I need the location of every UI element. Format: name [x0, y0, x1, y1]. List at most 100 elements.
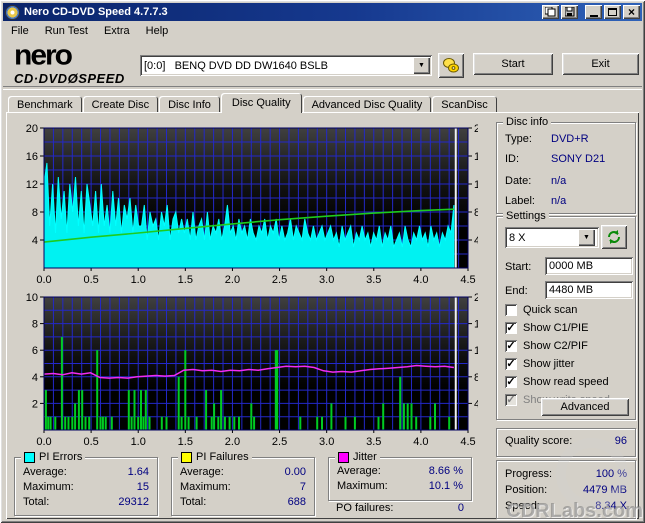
svg-text:10: 10: [26, 292, 38, 304]
start-field[interactable]: 0000 MB: [545, 257, 633, 275]
svg-text:1.5: 1.5: [178, 436, 193, 448]
speed-select[interactable]: 8 X ▼: [505, 227, 599, 248]
svg-text:4: 4: [32, 235, 38, 247]
jitter-legend-icon: [338, 451, 349, 463]
svg-text:3.5: 3.5: [366, 274, 381, 286]
jitter-panel: Jitter Average: 8.66 % Maximum: 10.1 %: [328, 451, 472, 501]
checkbox-show-jitter[interactable]: ✓ Show jitter: [505, 357, 574, 371]
po-failures-row: PO failures: 0: [336, 502, 464, 514]
menu-extra[interactable]: Extra: [96, 23, 138, 39]
checkbox-box[interactable]: ✓: [505, 358, 517, 370]
disc-label: n/a: [551, 195, 567, 207]
tabbar: Benchmark Create Disc Disc Info Disc Qua…: [8, 93, 498, 113]
checkbox-show-c1-pie[interactable]: ✓ Show C1/PIE: [505, 321, 588, 335]
menu-help[interactable]: Help: [138, 23, 177, 39]
svg-text:1.5: 1.5: [178, 274, 193, 286]
pi-errors-chart: 4 8 12 16 20 4 8 12 16 20 0.0 0.5 1.0 1.5 2.0 2.5 3.0 3.5…: [14, 118, 487, 291]
svg-text:20: 20: [474, 123, 478, 135]
menu-run-test[interactable]: Run Test: [37, 23, 96, 39]
disc-type: DVD+R: [551, 133, 589, 145]
svg-text:20: 20: [26, 123, 38, 135]
svg-text:4.0: 4.0: [413, 436, 428, 448]
tab-disc-quality[interactable]: Disc Quality: [220, 93, 302, 113]
close-button[interactable]: ×: [623, 5, 640, 19]
pi-failures-panel: PI Failures Average: 0.00 Maximum: 7 Total…: [171, 451, 315, 516]
pi-errors-total: 29312: [118, 496, 149, 508]
drive-select[interactable]: [0:0] BENQ DVD DD DW1640 BSLB ▼: [140, 55, 432, 76]
disc-date: n/a: [551, 175, 567, 187]
pi-failures-average: 0.00: [284, 466, 306, 478]
pi-failures-total: 688: [287, 496, 306, 508]
window-title: Nero CD-DVD Speed 4.7.7.3: [24, 6, 168, 18]
checkbox-show-c2-pif[interactable]: ✓ Show C2/PIF: [505, 339, 588, 353]
pi-errors-average: 1.64: [127, 466, 149, 478]
tab-benchmark[interactable]: Benchmark: [8, 96, 82, 113]
position-value: 4479 MB: [582, 484, 627, 496]
svg-text:16: 16: [474, 319, 478, 331]
pages-icon: [545, 7, 556, 17]
svg-text:0.0: 0.0: [36, 436, 51, 448]
end-field[interactable]: 4480 MB: [545, 281, 633, 299]
tab-advanced-disc-quality[interactable]: Advanced Disc Quality: [302, 96, 432, 113]
checkbox-box: ✓: [505, 394, 517, 406]
svg-text:1.0: 1.0: [131, 274, 146, 286]
svg-text:4.0: 4.0: [413, 274, 428, 286]
app-icon: [5, 4, 20, 20]
checkbox-box[interactable]: ✓: [505, 322, 517, 334]
checkbox-quick-scan[interactable]: Quick scan: [505, 303, 577, 317]
speed-select-arrow[interactable]: ▼: [578, 229, 595, 246]
svg-text:1.0: 1.0: [131, 436, 146, 448]
floppy-icon: [564, 7, 574, 17]
pi-failures-maximum: 7: [299, 481, 306, 493]
po-failures-value: 0: [457, 502, 464, 514]
disc-glyph-icon: Ø: [67, 71, 79, 86]
svg-text:4: 4: [32, 372, 38, 384]
minimize-button[interactable]: [585, 5, 602, 19]
svg-text:8: 8: [32, 319, 38, 331]
chevron-down-icon: ▼: [583, 234, 590, 241]
menubar: File Run Test Extra Help: [3, 22, 642, 40]
tab-create-disc[interactable]: Create Disc: [82, 96, 159, 113]
svg-text:3.0: 3.0: [319, 274, 334, 286]
svg-text:12: 12: [474, 179, 478, 191]
start-button[interactable]: Start: [473, 53, 553, 75]
svg-text:2: 2: [32, 398, 38, 410]
end-field-label: End:: [505, 285, 528, 297]
advanced-button[interactable]: Advanced: [541, 398, 629, 416]
svg-text:0.5: 0.5: [83, 274, 98, 286]
progress-panel: Progress: 100 % Position: 4479 MB Speed: 8.…: [496, 460, 636, 519]
menu-file[interactable]: File: [3, 23, 37, 39]
app-window: Nero CD-DVD Speed 4.7.7.3 × File Run Tes…: [0, 0, 645, 523]
save-button[interactable]: [561, 5, 578, 19]
tab-scandisc[interactable]: ScanDisc: [432, 96, 497, 113]
svg-text:2.0: 2.0: [225, 274, 240, 286]
drive-select-arrow[interactable]: ▼: [413, 57, 430, 74]
quality-score-value: 96: [614, 435, 627, 447]
svg-text:20: 20: [474, 292, 478, 304]
svg-text:8: 8: [474, 207, 478, 219]
exit-button[interactable]: Exit: [562, 53, 639, 75]
svg-text:8: 8: [32, 207, 38, 219]
pi-errors-legend-icon: [24, 451, 35, 463]
pi-errors-panel: PI Errors Average: 1.64 Maximum: 15 Total:…: [14, 451, 158, 516]
maximize-button[interactable]: [604, 5, 621, 19]
checkbox-box[interactable]: ✓: [505, 376, 517, 388]
close-icon: ×: [627, 5, 635, 19]
checkbox-box[interactable]: ✓: [505, 340, 517, 352]
eject-disc-button[interactable]: [438, 53, 464, 78]
tab-disc-info[interactable]: Disc Info: [159, 96, 220, 113]
svg-text:12: 12: [474, 345, 478, 357]
jitter-maximum: 10.1 %: [428, 480, 463, 492]
titlebar: Nero CD-DVD Speed 4.7.7.3 ×: [3, 3, 642, 21]
svg-text:0.5: 0.5: [83, 436, 98, 448]
refresh-button[interactable]: [601, 225, 627, 249]
svg-text:4.5: 4.5: [460, 274, 475, 286]
refresh-icon: [608, 230, 620, 244]
checkbox-box[interactable]: [505, 304, 517, 316]
clipboard-button[interactable]: [542, 5, 559, 19]
header-separator: [3, 86, 642, 90]
disc-info-panel: Disc info Type: DVD+R ID: SONY D21 Date: n/…: [496, 116, 636, 214]
svg-text:16: 16: [474, 151, 478, 163]
checkbox-show-read-speed[interactable]: ✓ Show read speed: [505, 375, 609, 389]
chevron-down-icon: ▼: [418, 62, 425, 69]
